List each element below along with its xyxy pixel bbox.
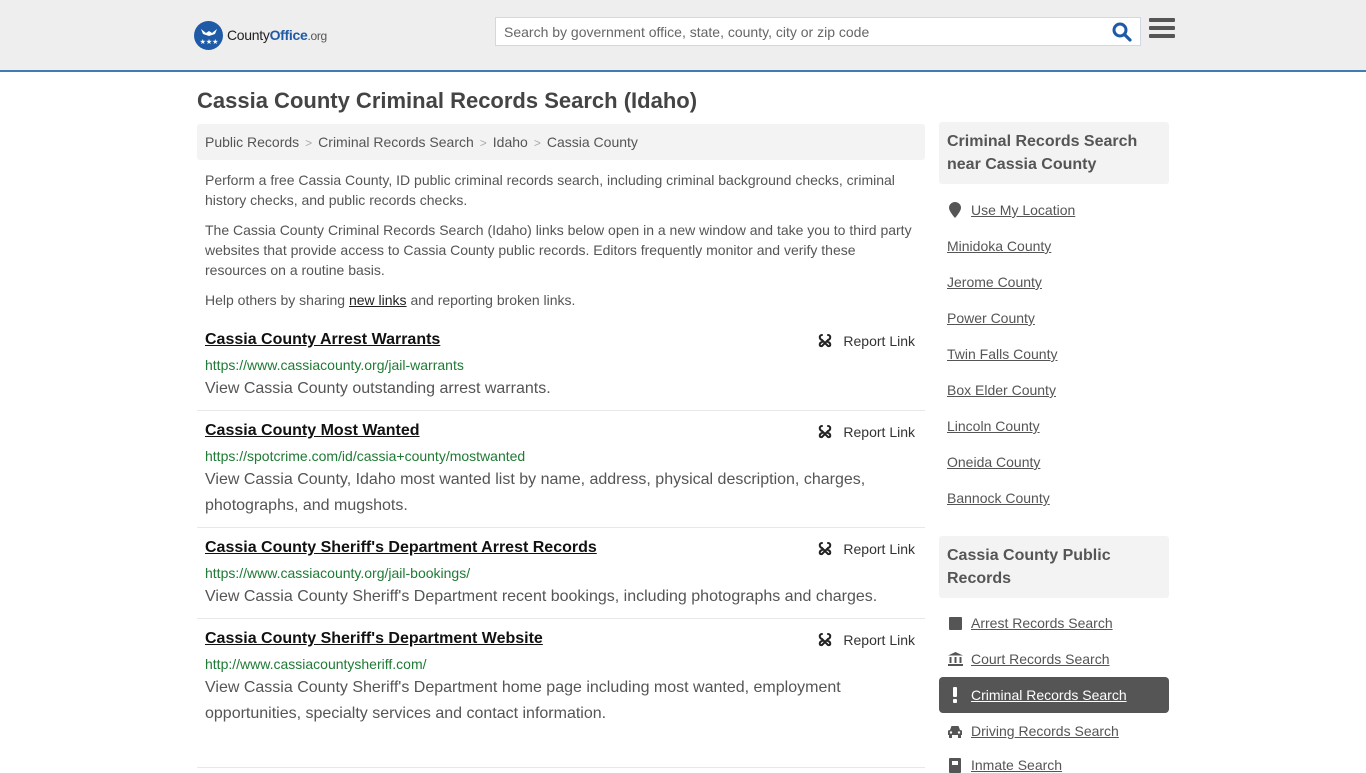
logo-wordmark: CountyOffice.org (227, 27, 327, 43)
broken-link-icon (819, 542, 832, 556)
report-link-label: Report Link (843, 541, 915, 557)
car-icon (947, 725, 963, 738)
exclamation-icon (947, 687, 963, 703)
sidebar-item-arrest-records[interactable]: Arrest Records Search (947, 615, 1113, 631)
sidebar-item-label: Criminal Records Search (971, 687, 1127, 703)
sidebar-item-label: Court Records Search (971, 651, 1110, 667)
sidebar-item-label: Driving Records Search (971, 723, 1119, 739)
breadcrumb: Public Records > Criminal Records Search > I… (197, 124, 925, 160)
nearby-county-link[interactable]: Jerome County (947, 274, 1042, 290)
entry-description: View Cassia County Sheriff's Department … (205, 679, 841, 722)
top-header: ★★★ CountyOffice.org (0, 0, 1366, 72)
nearby-county-link[interactable]: Oneida County (947, 454, 1040, 470)
breadcrumb-cassia-county[interactable]: Cassia County (547, 134, 638, 150)
record-link-entry: Cassia County Arrest Warrants Report Lin… (197, 331, 925, 411)
sidebar-item-criminal-records[interactable]: Criminal Records Search (947, 687, 1127, 703)
breadcrumb-separator: > (479, 136, 487, 150)
sidebar-item-court-records[interactable]: Court Records Search (947, 651, 1110, 667)
record-link-entry: Cassia County Sheriff's Department Arres… (197, 539, 925, 619)
public-records-heading: Cassia County Public Records (939, 536, 1169, 598)
entry-title-link[interactable]: Cassia County Sheriff's Department Websi… (205, 630, 543, 648)
breadcrumb-separator: > (533, 136, 541, 150)
sidebar-item-driving-records[interactable]: Driving Records Search (947, 723, 1119, 739)
breadcrumb-public-records[interactable]: Public Records (205, 134, 299, 150)
inmate-icon (947, 757, 963, 773)
entry-url: https://www.cassiacounty.org/jail-warran… (205, 357, 464, 373)
map-marker-icon (947, 202, 963, 218)
broken-link-icon (819, 425, 832, 439)
search-box (495, 17, 1141, 46)
sharing-paragraph: Help others by sharing new links and rep… (205, 290, 920, 310)
nearby-county-link[interactable]: Minidoka County (947, 238, 1051, 254)
nearby-county-link[interactable]: Bannock County (947, 490, 1050, 506)
nearby-county-link[interactable]: Power County (947, 310, 1035, 326)
svg-text:★★★: ★★★ (199, 38, 218, 45)
hamburger-menu-icon[interactable] (1149, 18, 1175, 42)
nearby-heading: Criminal Records Search near Cassia Coun… (939, 122, 1169, 184)
broken-link-icon (819, 334, 832, 348)
breadcrumb-separator: > (305, 136, 313, 150)
page-title: Cassia County Criminal Records Search (I… (197, 88, 698, 113)
entry-title-link[interactable]: Cassia County Sheriff's Department Arres… (205, 539, 597, 557)
square-icon (947, 616, 963, 630)
record-link-entry: Cassia County Most Wanted Report Link ht… (197, 422, 925, 528)
menu-bar (1149, 26, 1175, 30)
courthouse-icon (947, 652, 963, 666)
report-link-label: Report Link (843, 632, 915, 648)
search-input[interactable] (496, 18, 1106, 45)
breadcrumb-idaho[interactable]: Idaho (493, 134, 528, 150)
report-link-button[interactable]: Report Link (817, 333, 915, 349)
report-link-label: Report Link (843, 424, 915, 440)
nearby-county-link[interactable]: Twin Falls County (947, 346, 1057, 362)
report-link-button[interactable]: Report Link (817, 541, 915, 557)
nearby-county-link[interactable]: Box Elder County (947, 382, 1056, 398)
broken-link-icon (819, 633, 832, 647)
eagle-stars-icon: ★★★ (194, 20, 223, 50)
sharing-text: Help others by sharing (205, 292, 349, 308)
sidebar-item-label: Arrest Records Search (971, 615, 1113, 631)
new-links-link[interactable]: new links (349, 292, 407, 308)
record-link-entry: Cassia County Sheriff's Department Websi… (197, 630, 925, 768)
use-my-location-label: Use My Location (971, 202, 1076, 218)
sharing-text: and reporting broken links. (406, 292, 576, 308)
entry-description: View Cassia County, Idaho most wanted li… (205, 471, 866, 514)
report-link-label: Report Link (843, 333, 915, 349)
report-link-button[interactable]: Report Link (817, 424, 915, 440)
entry-title-link[interactable]: Cassia County Most Wanted (205, 422, 420, 440)
disclaimer-paragraph: The Cassia County Criminal Records Searc… (205, 222, 912, 278)
entry-url: https://spotcrime.com/id/cassia+county/m… (205, 448, 526, 464)
entry-url: https://www.cassiacounty.org/jail-bookin… (205, 565, 471, 581)
entry-title-link[interactable]: Cassia County Arrest Warrants (205, 331, 440, 349)
nearby-county-link[interactable]: Lincoln County (947, 418, 1040, 434)
search-icon[interactable] (1112, 22, 1134, 42)
entry-url: http://www.cassiacountysheriff.com/ (205, 656, 427, 672)
menu-bar (1149, 34, 1175, 38)
intro-paragraph: Perform a free Cassia County, ID public … (205, 172, 895, 208)
entry-description: View Cassia County Sheriff's Department … (205, 588, 878, 605)
entry-description: View Cassia County outstanding arrest wa… (205, 380, 551, 397)
report-link-button[interactable]: Report Link (817, 632, 915, 648)
breadcrumb-criminal-records-search[interactable]: Criminal Records Search (318, 134, 474, 150)
use-my-location-link[interactable]: Use My Location (947, 202, 1075, 218)
sidebar-item-inmate-search[interactable]: Inmate Search (947, 757, 1062, 773)
sidebar-item-label: Inmate Search (971, 757, 1063, 773)
menu-bar (1149, 18, 1175, 22)
site-logo[interactable]: ★★★ CountyOffice.org (194, 20, 327, 50)
